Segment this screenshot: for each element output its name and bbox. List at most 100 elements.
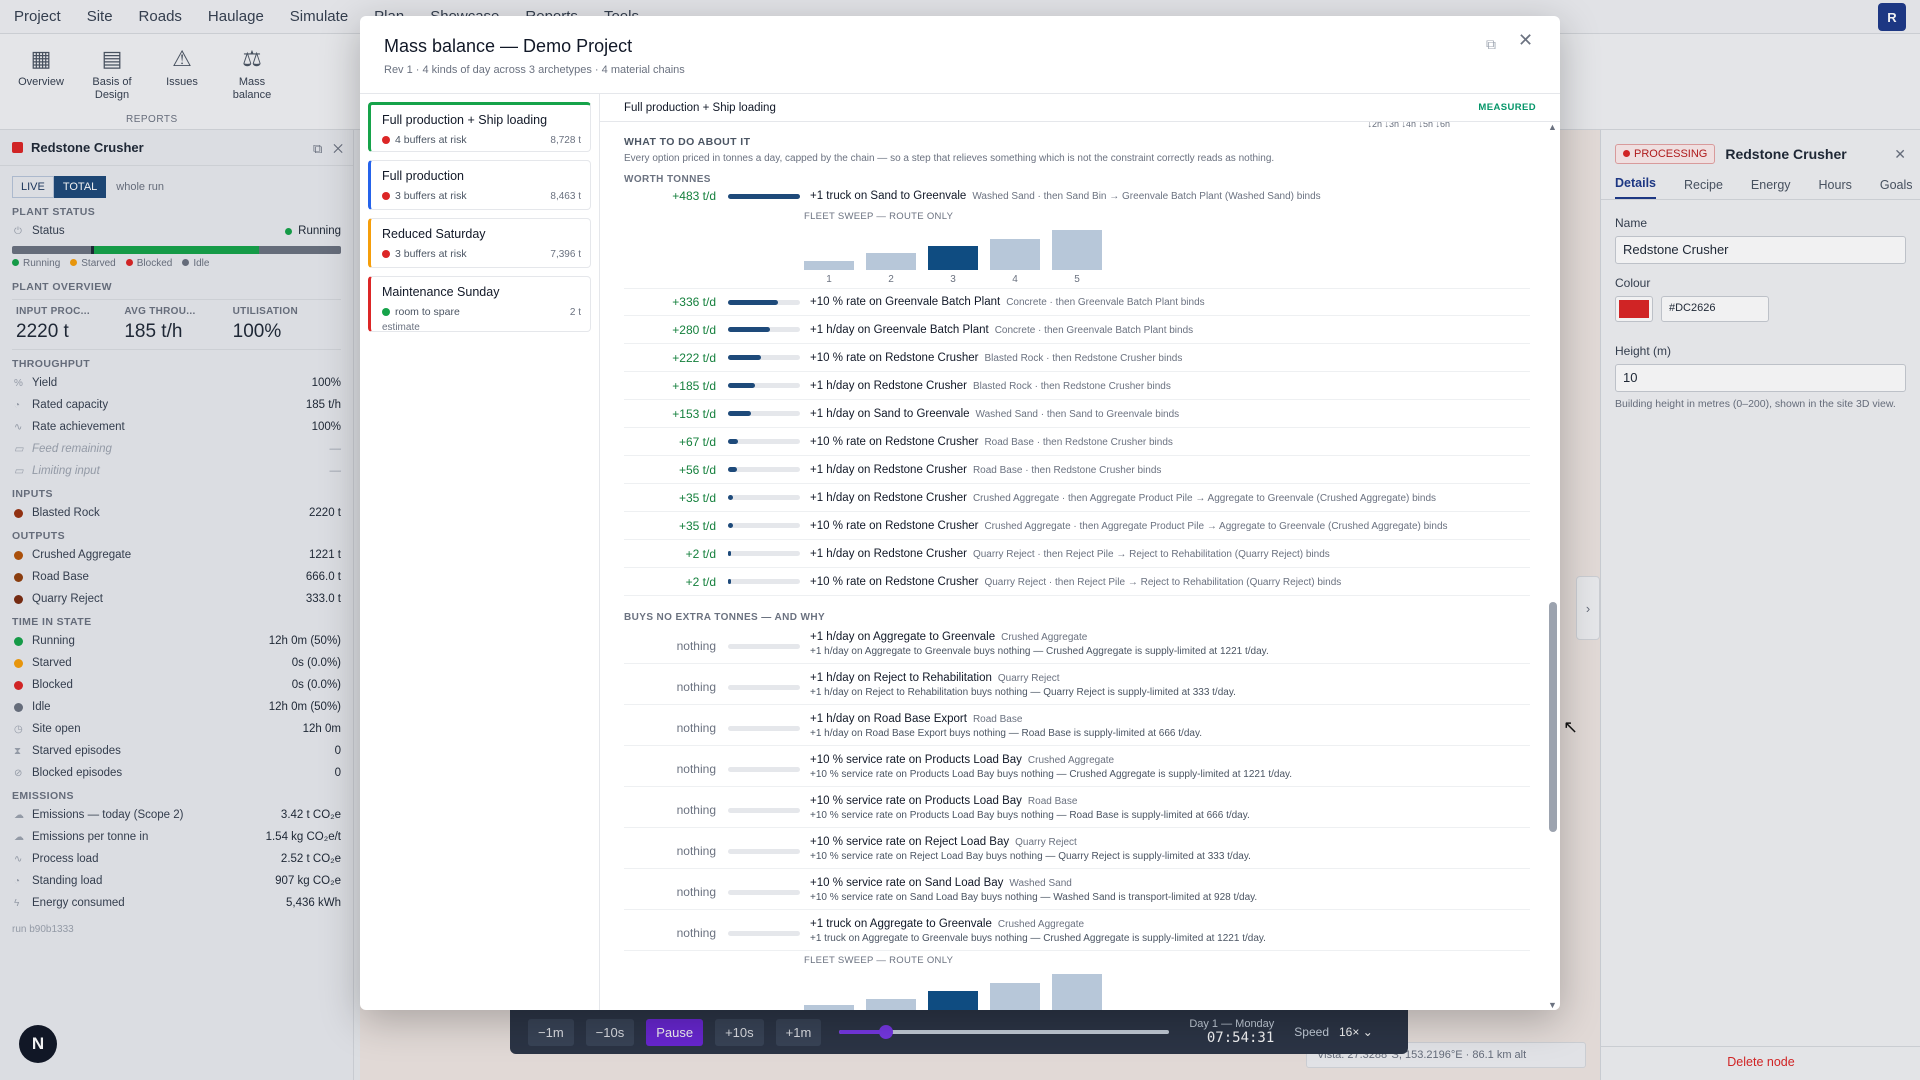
what-to-do-heading: WHAT TO DO ABOUT IT [624,136,751,148]
option-label: +1 h/day on Redstone Crusher Quarry Rejec… [810,547,1330,560]
option-label: +1 h/day on Greenvale Batch Plant Concret… [810,323,1194,336]
fleet-axis-label: 2 [888,274,894,285]
option-gain-bar [728,383,800,388]
no-gain-row: nothing +10 % service rate on Reject Load… [624,828,1530,869]
dialog-header: Mass balance — Demo Project Rev 1 · 4 ki… [360,16,1560,94]
option-label: +1 truck on Sand to Greenvale Washed Sand… [810,190,1321,202]
option-gain: +67 t/d [678,434,716,449]
no-gain-label: +10 % service rate on Products Load Bay C… [810,754,1115,766]
day-tonnes: 8,728 t [550,135,581,146]
no-gain-label: +1 h/day on Reject to Rehabilitation Quar… [810,672,1060,684]
no-gain-text: +10 % service rate on Products Load Bay C… [810,754,1292,780]
no-gain-bar [728,685,800,690]
option-row: +222 t/d +10 % rate on Redstone Crusher Bl… [624,344,1530,372]
option-detail: Quarry Reject · then Reject Pile → Rejec… [984,576,1342,588]
option-label: +1 h/day on Sand to Greenvale Washed Sand… [810,407,1180,420]
option-label: +1 h/day on Redstone Crusher Crushed Aggr… [810,491,1437,504]
option-gain-fill [728,467,737,472]
option-label: +10 % rate on Redstone Crusher Crushed Ag… [810,519,1448,532]
scroll-thumb[interactable] [1549,602,1557,832]
option-detail: Road Base · then Redstone Crusher binds [984,436,1173,448]
day-estimate: estimate [382,322,420,333]
option-gain: +35 t/d [678,490,716,505]
option-gain: +153 t/d [672,406,716,421]
option-gain-bar [728,439,800,444]
no-gain-value: nothing [676,762,716,776]
no-gain-tag: Crushed Aggregate [997,919,1085,930]
copy-icon[interactable]: ⧉ [1486,36,1496,53]
fleet-sweep-bars-2 [804,970,1124,1010]
detail-header: Full production + Ship loading MEASURED [600,94,1560,122]
day-card-maintenance-sunday[interactable]: Maintenance Sunday room to spare estimat… [368,276,591,333]
what-to-do-subtitle: Every option priced in tonnes a day, cap… [624,153,1275,164]
option-gain-bar [728,551,800,556]
day-title: Full production + Ship loading [382,113,548,127]
no-gain-reason: +10 % service rate on Reject Load Bay bu… [810,851,1251,862]
scroll-up-icon[interactable]: ▲ [1548,122,1557,132]
day-tonnes: 7,396 t [550,249,581,260]
no-gain-reason: +10 % service rate on Sand Load Bay buys… [810,892,1258,903]
option-gain: +336 t/d [672,295,716,309]
option-detail: Crushed Aggregate · then Aggregate Produ… [984,520,1448,532]
no-gain-label: +10 % service rate on Products Load Bay R… [810,795,1078,807]
option-gain-bar [728,523,800,528]
option-gain-bar [728,495,800,500]
option-gain: +280 t/d [672,322,716,337]
option-label: +10 % rate on Redstone Crusher Quarry Rej… [810,575,1342,588]
no-gain-label: +1 h/day on Aggregate to Greenvale Crushe… [810,631,1088,643]
fleet-bar [990,983,1040,1010]
no-gain-label: +10 % service rate on Sand Load Bay Washe… [810,877,1072,889]
no-gain-bar [728,767,800,772]
option-gain: +2 t/d [685,574,716,589]
worth-tonnes-heading: WORTH TONNES [624,174,711,185]
no-gain-tag: Road Base [1027,796,1078,807]
fleet-sweep-bars [804,226,1124,270]
option-detail: Crushed Aggregate · then Aggregate Produ… [972,492,1437,504]
option-group-top: +483 t/d +1 truck on Sand to Greenvale Was… [624,185,1530,207]
clipped-axis-labels: ↓2h ↓3h ↓4h ↓5h ↓6h [1367,122,1450,129]
no-gain-row: nothing +1 h/day on Road Base Export Road … [624,705,1530,746]
no-gain-value: nothing [676,844,716,858]
option-row: +336 t/d +10 % rate on Greenvale Batch Pl… [624,288,1530,316]
option-gain-fill [728,193,800,199]
no-gain-tag: Crushed Aggregate [1027,755,1115,766]
option-gain-fill [728,355,762,360]
no-gain-bar [728,644,800,649]
no-gain-tag: Quarry Reject [1015,837,1077,848]
no-gain-tag: Washed Sand [1009,878,1072,889]
option-row: +2 t/d +1 h/day on Redstone Crusher Quarry… [624,540,1530,568]
close-icon[interactable]: ✕ [1518,30,1533,51]
dialog-subtitle: Rev 1 · 4 kinds of day across 3 archetyp… [384,64,685,76]
day-status: room to spare [382,306,580,318]
no-gain-value: nothing [676,803,716,817]
option-gain-fill [728,299,779,305]
fleet-sweep-label: FLEET SWEEP — ROUTE ONLY [804,211,954,222]
day-card-reduced-saturday[interactable]: Reduced Saturday 3 buffers at risk 7,396… [368,218,591,268]
option-gain-bar [728,327,800,332]
fleet-sweep-axis: 1 2 3 4 5 [804,270,1124,288]
no-gain-reason: +10 % service rate on Products Load Bay … [810,810,1250,821]
buys-nothing-heading: BUYS NO EXTRA TONNES — AND WHY [624,612,826,623]
day-title: Full production [382,169,464,183]
fleet-bar [928,991,978,1010]
scroll-down-icon[interactable]: ▼ [1548,1000,1557,1010]
active-day-title: Full production + Ship loading [624,101,776,114]
option-detail: Washed Sand · then Sand Bin → Greenvale … [972,191,1321,202]
no-gain-row: nothing +10 % service rate on Products Lo… [624,787,1530,828]
day-card-full-production[interactable]: Full production 3 buffers at risk 8,463 … [368,160,591,210]
detail-scrollbar[interactable]: ▲ ▼ [1546,122,1560,1010]
no-gain-reason: +10 % service rate on Products Load Bay … [810,769,1293,780]
day-tonnes: 8,463 t [550,191,581,202]
day-card-full-production-ship[interactable]: Full production + Ship loading 4 buffers… [368,102,591,152]
fleet-axis-label: 1 [826,274,832,285]
no-gain-bar [728,726,800,731]
no-gain-list: nothing +1 h/day on Aggregate to Greenval… [624,623,1530,951]
no-gain-row: nothing +1 truck on Aggregate to Greenval… [624,910,1530,951]
no-gain-row: nothing +1 h/day on Reject to Rehabilitat… [624,664,1530,705]
day-detail: Full production + Ship loading MEASURED … [600,94,1560,1010]
day-tonnes: 2 t [569,307,581,318]
option-gain-fill [728,579,731,584]
fleet-bar [1052,230,1102,270]
option-row: +185 t/d +1 h/day on Redstone Crusher Blas… [624,372,1530,400]
fleet-bar [866,253,916,270]
